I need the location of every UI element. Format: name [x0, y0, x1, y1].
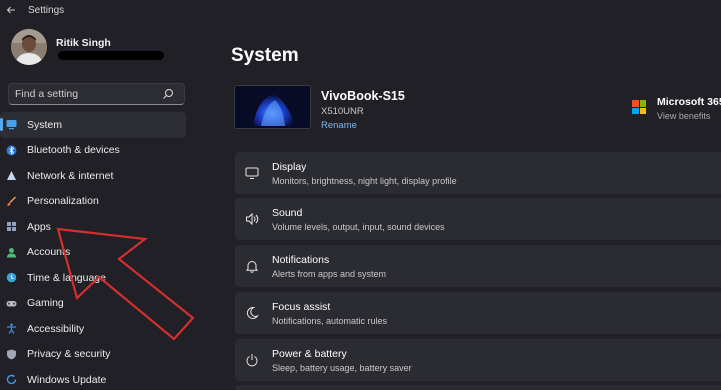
- card-sound[interactable]: Sound Volume levels, output, input, soun…: [235, 198, 721, 240]
- card-subtitle: Alerts from apps and system: [272, 269, 387, 279]
- bluetooth-icon: [6, 145, 17, 155]
- wifi-icon: [7, 171, 16, 180]
- redacted-email: [58, 51, 164, 60]
- gamepad-icon: [6, 300, 17, 306]
- microsoft-365-promo[interactable]: Microsoft 365 View benefits: [632, 96, 721, 126]
- sidebar-item-label: Accounts: [27, 246, 71, 259]
- moon-icon: [246, 306, 259, 319]
- card-title: Notifications: [272, 254, 330, 266]
- sidebar-item-label: Windows Update: [27, 373, 107, 386]
- sidebar-nav: System Bluetooth & devices Network & int…: [0, 112, 190, 390]
- card-title: Power & battery: [272, 348, 347, 360]
- sidebar-item-system[interactable]: System: [0, 112, 186, 138]
- wallpaper-image: [235, 86, 310, 128]
- search-input[interactable]: [15, 88, 163, 100]
- rename-link[interactable]: Rename: [321, 120, 357, 131]
- sidebar-item-network[interactable]: Network & internet: [0, 163, 186, 189]
- sidebar-item-accounts[interactable]: Accounts: [0, 240, 186, 266]
- card-display[interactable]: Display Monitors, brightness, night ligh…: [235, 152, 721, 194]
- shield-icon: [7, 349, 16, 359]
- sidebar-item-label: Time & language: [27, 271, 106, 284]
- card-notifications[interactable]: Notifications Alerts from apps and syste…: [235, 245, 721, 287]
- sidebar-item-privacy-security[interactable]: Privacy & security: [0, 342, 186, 368]
- power-icon: [246, 354, 258, 367]
- brush-icon: [7, 195, 17, 206]
- promo-subtitle[interactable]: View benefits: [657, 111, 710, 121]
- search-box[interactable]: [8, 83, 185, 105]
- sidebar-item-personalization[interactable]: Personalization: [0, 189, 186, 215]
- card-title: Display: [272, 161, 307, 173]
- back-arrow-icon: [6, 6, 15, 14]
- card-subtitle: Notifications, automatic rules: [272, 316, 388, 326]
- microsoft-logo-icon: [632, 100, 646, 114]
- globe-clock-icon: [6, 272, 17, 283]
- card-subtitle: Monitors, brightness, night light, displ…: [272, 176, 457, 186]
- app-title: Settings: [28, 4, 65, 16]
- sidebar-item-label: System: [27, 118, 63, 131]
- sidebar-item-label: Bluetooth & devices: [27, 144, 120, 157]
- avatar-image: [11, 29, 47, 65]
- sidebar-item-gaming[interactable]: Gaming: [0, 291, 186, 317]
- speaker-icon: [246, 212, 259, 226]
- sidebar-item-label: Network & internet: [27, 169, 114, 182]
- sidebar-item-time-language[interactable]: Time & language: [0, 265, 186, 291]
- card-power-battery[interactable]: Power & battery Sleep, battery usage, ba…: [235, 339, 721, 381]
- sidebar-item-label: Privacy & security: [27, 348, 111, 361]
- display-icon: [245, 167, 259, 179]
- title-bar: Settings: [0, 0, 721, 20]
- device-model: X510UNR: [321, 106, 364, 117]
- sidebar-item-label: Gaming: [27, 297, 64, 310]
- promo-title: Microsoft 365: [657, 96, 721, 108]
- back-button[interactable]: [0, 0, 22, 20]
- sidebar-item-label: Apps: [27, 220, 51, 233]
- sidebar-item-label: Accessibility: [27, 322, 85, 335]
- avatar[interactable]: [11, 29, 47, 65]
- device-wallpaper-thumbnail: [234, 85, 311, 129]
- card-title: Sound: [272, 207, 303, 219]
- sidebar-item-apps[interactable]: Apps: [0, 214, 186, 240]
- card-subtitle: Sleep, battery usage, battery saver: [272, 363, 412, 373]
- sidebar-item-bluetooth[interactable]: Bluetooth & devices: [0, 138, 186, 164]
- person-icon: [7, 247, 16, 257]
- apps-icon: [7, 222, 16, 231]
- sync-icon: [6, 374, 17, 385]
- card-next-partial[interactable]: [235, 385, 721, 390]
- card-title: Focus assist: [272, 301, 331, 313]
- sidebar-item-windows-update[interactable]: Windows Update: [0, 367, 186, 390]
- accessibility-icon: [7, 323, 16, 334]
- user-name: Ritik Singh: [56, 37, 111, 49]
- bell-icon: [245, 261, 259, 273]
- sidebar-item-accessibility[interactable]: Accessibility: [0, 316, 186, 342]
- search-icon[interactable]: [162, 88, 174, 100]
- card-subtitle: Volume levels, output, input, sound devi…: [272, 222, 445, 232]
- page-title: System: [231, 45, 299, 66]
- monitor-icon: [6, 120, 17, 130]
- sidebar-item-label: Personalization: [27, 195, 99, 208]
- card-focus-assist[interactable]: Focus assist Notifications, automatic ru…: [235, 292, 721, 334]
- device-name: VivoBook-S15: [321, 89, 405, 103]
